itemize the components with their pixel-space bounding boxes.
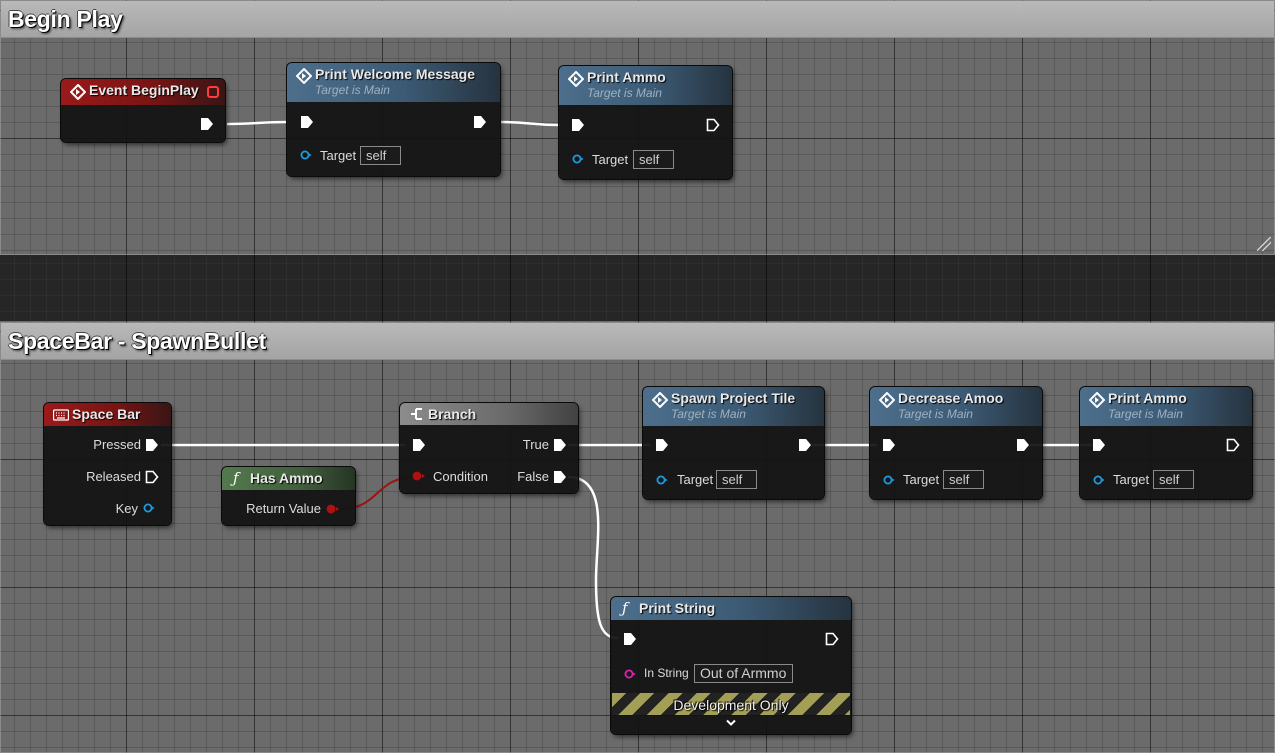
print-ammo-header-bottom[interactable]: Print Ammo Target is Main bbox=[1080, 387, 1252, 426]
branch-header[interactable]: Branch bbox=[400, 403, 578, 425]
target-self-field[interactable]: self bbox=[1153, 470, 1194, 489]
space-bar-node[interactable]: Space Bar Pressed Released Key bbox=[44, 403, 171, 525]
true-pin-label: True bbox=[522, 437, 549, 452]
pressed-exec-pin[interactable] bbox=[145, 438, 159, 452]
print-ammo-node-bottom[interactable]: Print Ammo Target is Main Target self bbox=[1080, 387, 1252, 499]
exec-out-pin[interactable] bbox=[798, 438, 812, 452]
decrease-ammo-node[interactable]: Decrease Amoo Target is Main Target self bbox=[870, 387, 1042, 499]
spawn-projectile-title: Spawn Project Tile bbox=[671, 390, 796, 406]
decrease-ammo-title: Decrease Amoo bbox=[898, 390, 1004, 406]
event-beginplay-header[interactable]: Event BeginPlay bbox=[61, 79, 225, 105]
target-self-field[interactable]: self bbox=[360, 146, 401, 165]
released-pin-label: Released bbox=[86, 469, 141, 484]
true-exec-pin[interactable] bbox=[553, 438, 567, 452]
chevron-down-icon[interactable] bbox=[611, 715, 851, 733]
print-string-header[interactable]: ƒ Print String bbox=[611, 597, 851, 620]
target-pin-label: Target bbox=[1113, 472, 1150, 487]
has-ammo-header[interactable]: ƒ Has Ammo bbox=[222, 467, 355, 490]
print-string-title: Print String bbox=[639, 600, 716, 616]
string-pin-icon[interactable] bbox=[624, 669, 636, 679]
target-pin-label: Target bbox=[677, 472, 714, 487]
diamond-arrow-icon bbox=[568, 71, 584, 87]
event-beginplay-node[interactable]: Event BeginPlay bbox=[61, 79, 225, 142]
print-ammo-subtitle-top: Target is Main bbox=[587, 86, 662, 100]
key-struct-pin[interactable] bbox=[143, 503, 155, 513]
space-bar-title: Space Bar bbox=[72, 406, 141, 422]
target-self-field[interactable]: self bbox=[633, 150, 674, 169]
false-exec-pin[interactable] bbox=[553, 470, 567, 484]
target-self-field[interactable]: self bbox=[943, 470, 984, 489]
spawn-projectile-node[interactable]: Spawn Project Tile Target is Main Target… bbox=[643, 387, 824, 499]
spawn-projectile-header[interactable]: Spawn Project Tile Target is Main bbox=[643, 387, 824, 426]
print-welcome-message-node[interactable]: Print Welcome Message Target is Main Tar… bbox=[287, 63, 500, 176]
object-pin-icon[interactable] bbox=[572, 154, 584, 164]
exec-out-pin-unconnected[interactable] bbox=[825, 632, 839, 646]
target-pin-label: Target bbox=[320, 148, 357, 163]
diamond-arrow-icon bbox=[296, 68, 312, 84]
exec-in-pin[interactable] bbox=[623, 632, 637, 646]
exec-in-pin[interactable] bbox=[571, 118, 585, 132]
print-welcome-title: Print Welcome Message bbox=[315, 66, 476, 82]
function-f-icon: ƒ bbox=[622, 599, 628, 617]
pressed-pin-label: Pressed bbox=[93, 437, 141, 452]
diamond-arrow-icon bbox=[70, 84, 86, 100]
exec-out-pin[interactable] bbox=[1016, 438, 1030, 452]
print-ammo-node-top[interactable]: Print Ammo Target is Main Target self bbox=[559, 66, 732, 179]
decrease-ammo-header[interactable]: Decrease Amoo Target is Main bbox=[870, 387, 1042, 426]
bool-pin-icon[interactable] bbox=[412, 471, 426, 481]
target-pin-label: Target bbox=[592, 152, 629, 167]
has-ammo-title: Has Ammo bbox=[250, 470, 323, 486]
target-pin-label: Target bbox=[903, 472, 940, 487]
in-string-pin-label: In String bbox=[644, 666, 689, 680]
exec-in-pin[interactable] bbox=[1092, 438, 1106, 452]
diamond-arrow-icon bbox=[1089, 392, 1105, 408]
print-ammo-header-top[interactable]: Print Ammo Target is Main bbox=[559, 66, 732, 105]
bool-pin-icon[interactable] bbox=[326, 504, 340, 514]
print-welcome-subtitle: Target is Main bbox=[315, 83, 390, 97]
decrease-ammo-subtitle: Target is Main bbox=[898, 407, 973, 421]
exec-out-pin[interactable] bbox=[200, 117, 214, 131]
delegate-square-icon[interactable] bbox=[207, 86, 219, 98]
object-pin-icon[interactable] bbox=[1093, 475, 1105, 485]
return-value-pin-label: Return Value bbox=[246, 501, 321, 516]
target-self-field[interactable]: self bbox=[716, 470, 757, 489]
print-ammo-title-bottom: Print Ammo bbox=[1108, 390, 1187, 406]
diamond-arrow-icon bbox=[879, 392, 895, 408]
exec-wire[interactable] bbox=[226, 120, 289, 126]
print-ammo-subtitle-bottom: Target is Main bbox=[1108, 407, 1183, 421]
print-welcome-header[interactable]: Print Welcome Message Target is Main bbox=[287, 63, 500, 102]
diamond-arrow-icon bbox=[652, 392, 668, 408]
space-bar-header[interactable]: Space Bar bbox=[44, 403, 171, 426]
exec-wire[interactable] bbox=[499, 120, 561, 127]
in-string-field[interactable]: Out of Armmo bbox=[694, 664, 793, 683]
print-string-node[interactable]: ƒ Print String In String Out of Armmo De… bbox=[611, 597, 851, 734]
print-ammo-title-top: Print Ammo bbox=[587, 69, 666, 85]
event-beginplay-title: Event BeginPlay bbox=[89, 82, 199, 98]
object-pin-icon[interactable] bbox=[300, 150, 312, 160]
exec-in-pin[interactable] bbox=[300, 115, 314, 129]
branch-node[interactable]: Branch True Condition False bbox=[400, 403, 578, 493]
key-pin-label: Key bbox=[115, 501, 138, 516]
function-f-icon: ƒ bbox=[233, 469, 239, 487]
exec-out-pin[interactable] bbox=[473, 115, 487, 129]
has-ammo-node[interactable]: ƒ Has Ammo Return Value bbox=[222, 467, 355, 525]
keyboard-icon bbox=[53, 409, 69, 421]
exec-out-pin-unconnected[interactable] bbox=[1226, 438, 1240, 452]
object-pin-icon[interactable] bbox=[883, 475, 895, 485]
object-pin-icon[interactable] bbox=[656, 475, 668, 485]
exec-in-pin[interactable] bbox=[655, 438, 669, 452]
exec-in-pin[interactable] bbox=[882, 438, 896, 452]
exec-out-pin-unconnected[interactable] bbox=[706, 118, 720, 132]
branch-title: Branch bbox=[428, 406, 477, 422]
spawn-projectile-subtitle: Target is Main bbox=[671, 407, 746, 421]
condition-pin-label: Condition bbox=[433, 469, 488, 484]
released-exec-pin[interactable] bbox=[145, 470, 159, 484]
branch-icon bbox=[411, 408, 422, 420]
exec-in-pin[interactable] bbox=[412, 438, 426, 452]
false-pin-label: False bbox=[517, 469, 549, 484]
development-only-label: Development Only bbox=[673, 697, 789, 713]
